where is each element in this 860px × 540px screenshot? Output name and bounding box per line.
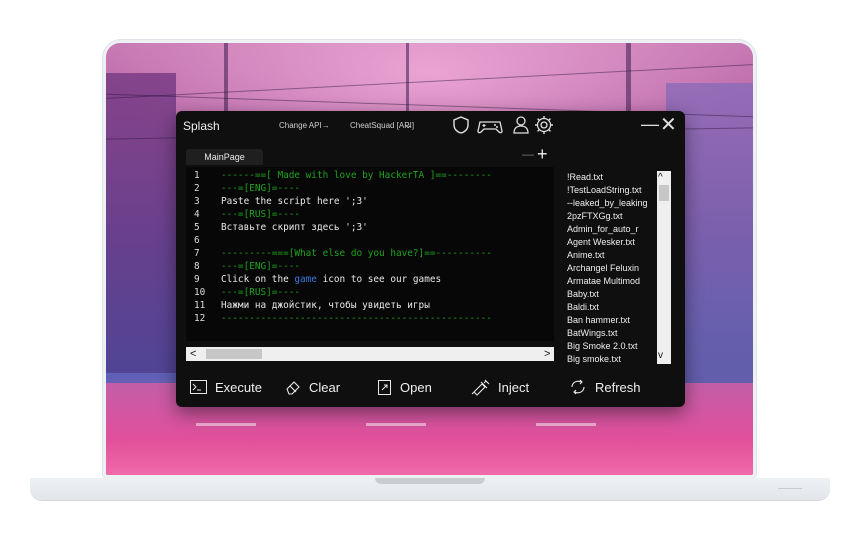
line-number: 2	[194, 183, 200, 194]
code-editor[interactable]: 1 ------==[ Made with love by HackerTA ]=…	[186, 167, 554, 341]
code-line: Нажми на джойстик, чтобы увидеть игры	[221, 300, 430, 311]
list-item[interactable]: Ban hammer.txt	[567, 314, 630, 327]
scroll-up-arrow[interactable]: ^	[658, 172, 663, 184]
code-line: ------==[ Made with love by HackerTA ]==…	[221, 170, 492, 181]
shield-icon[interactable]	[450, 114, 472, 136]
code-line: ---=[RUS]=----	[221, 209, 301, 220]
inject-label: Inject	[498, 379, 530, 395]
script-list-scrollbar[interactable]: ^ v	[657, 171, 671, 364]
line-number: 12	[194, 313, 206, 324]
syringe-icon	[471, 379, 490, 396]
list-item[interactable]: --leaked_by_leaking	[567, 197, 648, 210]
code-line: Paste the script here ';3'	[221, 196, 368, 207]
execute-button[interactable]: Execute	[190, 377, 262, 397]
code-line: ---=[RUS]=----	[221, 287, 301, 298]
scroll-thumb[interactable]	[206, 349, 262, 359]
line-number: 7	[194, 248, 200, 259]
list-item[interactable]: Anime.txt	[567, 249, 605, 262]
refresh-label: Refresh	[595, 379, 641, 395]
line-number: 8	[194, 261, 200, 272]
scroll-right-arrow[interactable]: >	[544, 347, 550, 361]
editor-horizontal-scrollbar[interactable]: < >	[186, 347, 554, 361]
scroll-thumb[interactable]	[659, 185, 669, 201]
list-item[interactable]: Admin_for_auto_r	[567, 223, 639, 236]
line-number: 4	[194, 209, 200, 220]
terminal-icon	[190, 380, 207, 394]
code-line: ---=[ENG]=----	[221, 183, 301, 194]
splash-window: Splash Change API→ CheatSquad [API] ⌄ — …	[176, 111, 685, 407]
code-line: Вставьте скрипт здесь ';3'	[221, 222, 368, 233]
code-line: ----------------------------------------…	[221, 313, 492, 324]
code-line: ---------===[What else do you have?]==--…	[221, 248, 492, 259]
list-item[interactable]: Armatae Multimod	[567, 275, 640, 288]
list-item[interactable]: Big Smoke 2.0.txt	[567, 340, 638, 353]
line-number: 11	[194, 300, 206, 311]
eraser-icon	[286, 381, 300, 395]
line-number: 6	[194, 235, 200, 246]
scroll-down-arrow[interactable]: v	[658, 350, 663, 362]
gamepad-icon[interactable]	[476, 114, 504, 136]
code-line: Click on the game icon to see our games	[221, 274, 442, 285]
line-number: 3	[194, 196, 200, 207]
list-item[interactable]: BatWings.txt	[567, 327, 618, 340]
line-number: 10	[194, 287, 206, 298]
list-item[interactable]: Agent Wesker.txt	[567, 236, 635, 249]
tab-minimize-button[interactable]: —	[522, 147, 534, 161]
refresh-icon	[571, 379, 585, 395]
game-keyword: game	[294, 274, 317, 285]
line-number: 5	[194, 222, 200, 233]
open-label: Open	[400, 379, 432, 395]
app-title: Splash	[183, 119, 220, 133]
list-item[interactable]: Archangel Feluxin	[567, 262, 639, 275]
list-item[interactable]: !TestLoadString.txt	[567, 184, 642, 197]
script-list[interactable]: !Read.txt !TestLoadString.txt --leaked_b…	[565, 171, 671, 364]
clear-label: Clear	[309, 379, 341, 395]
clear-button[interactable]: Clear	[285, 377, 340, 397]
line-number: 9	[194, 274, 200, 285]
laptop-base	[30, 478, 830, 500]
line-number: 1	[194, 170, 200, 181]
list-item[interactable]: 2pzFTXGg.txt	[567, 210, 623, 223]
tab-mainpage[interactable]: MainPage	[186, 149, 263, 165]
user-icon[interactable]	[510, 114, 532, 136]
inject-button[interactable]: Inject	[470, 377, 529, 397]
minimize-button[interactable]: —	[641, 114, 659, 135]
refresh-button[interactable]: Refresh	[569, 377, 641, 397]
chevron-down-icon[interactable]: ⌄	[404, 120, 412, 131]
gear-icon[interactable]	[533, 114, 555, 136]
change-api-link[interactable]: Change API→	[279, 121, 330, 130]
open-file-icon	[378, 380, 391, 395]
code-line: ---=[ENG]=----	[221, 261, 301, 272]
list-item[interactable]: Baldi.txt	[567, 301, 599, 314]
list-item[interactable]: Big smoke.txt	[567, 353, 621, 364]
add-tab-button[interactable]: +	[537, 144, 548, 165]
list-item[interactable]: !Read.txt	[567, 171, 603, 184]
open-button[interactable]: Open	[378, 377, 432, 397]
scroll-left-arrow[interactable]: <	[190, 347, 196, 361]
close-button[interactable]: ✕	[660, 112, 677, 137]
execute-label: Execute	[215, 379, 262, 395]
list-item[interactable]: Baby.txt	[567, 288, 599, 301]
